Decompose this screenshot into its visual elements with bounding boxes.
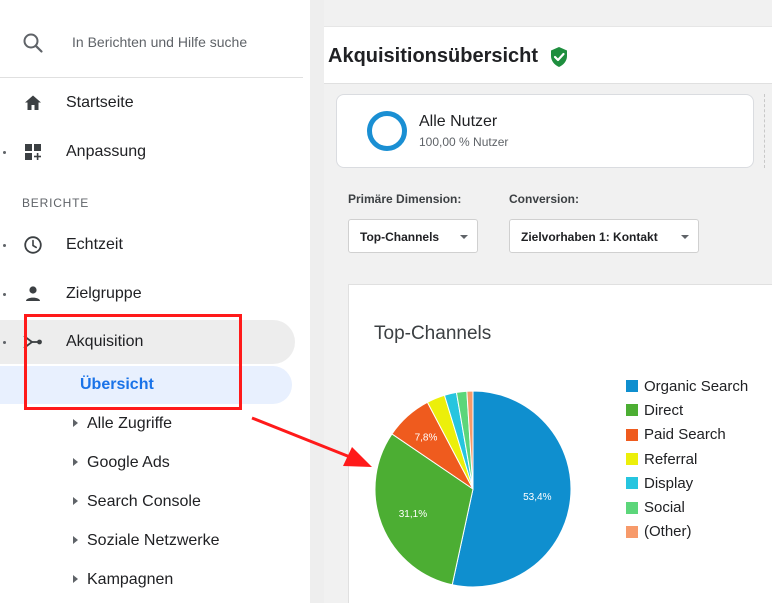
caret-right-icon bbox=[73, 419, 78, 427]
segment-subtitle: 100,00 % Nutzer bbox=[419, 135, 509, 149]
expand-dot bbox=[3, 293, 6, 296]
caret-right-icon bbox=[73, 575, 78, 583]
legend-label: Direct bbox=[644, 401, 684, 419]
annotation-highlight-box bbox=[24, 314, 242, 410]
pie-data-label: 31,1% bbox=[399, 509, 427, 520]
sidebar-subitem-label: Google Ads bbox=[87, 454, 170, 471]
legend-swatch bbox=[626, 428, 638, 441]
main-content: Akquisitionsübersicht Alle Nutzer 100,00… bbox=[324, 0, 772, 603]
legend-label: Organic Search bbox=[644, 377, 749, 395]
legend-item[interactable]: Display bbox=[626, 471, 748, 495]
legend-swatch bbox=[626, 453, 638, 466]
legend-item[interactable]: Organic Search bbox=[626, 374, 748, 398]
sidebar-subitem-label: Alle Zugriffe bbox=[87, 415, 173, 432]
legend-swatch bbox=[626, 380, 638, 393]
sidebar-item-label: Echtzeit bbox=[66, 236, 123, 253]
legend-swatch bbox=[626, 477, 638, 490]
expand-dot bbox=[3, 341, 6, 344]
verified-shield-icon bbox=[549, 46, 569, 68]
legend-item[interactable]: Direct bbox=[626, 398, 748, 422]
page-header: Akquisitionsübersicht bbox=[324, 26, 772, 84]
legend-swatch bbox=[626, 501, 638, 514]
legend-swatch bbox=[626, 525, 638, 538]
legend-item[interactable]: (Other) bbox=[626, 520, 748, 544]
sidebar-item-label: Zielgruppe bbox=[66, 285, 142, 302]
legend-label: Display bbox=[644, 474, 694, 492]
sidebar-item-home[interactable]: Startseite bbox=[0, 81, 295, 125]
sidebar-subitem-label: Search Console bbox=[87, 493, 201, 510]
sidebar-item-customization[interactable]: Anpassung bbox=[0, 130, 295, 174]
sidebar-subitem-campaigns[interactable]: Kampagnen bbox=[0, 561, 295, 600]
person-icon bbox=[22, 283, 44, 305]
pie-data-label: 7,8% bbox=[415, 432, 438, 443]
conversion-value: Zielvorhaben 1: Kontakt bbox=[521, 230, 658, 244]
chart-card: Top-Channels 53,4% 31,1% 7,8% Organic Sear… bbox=[348, 284, 772, 603]
sidebar-item-label: Anpassung bbox=[66, 143, 147, 160]
legend-label: Social bbox=[644, 499, 685, 517]
primary-dimension-select[interactable]: Top-Channels bbox=[348, 219, 478, 253]
legend-item[interactable]: Paid Search bbox=[626, 423, 748, 447]
sidebar-item-label: Startseite bbox=[66, 94, 134, 111]
pie-data-label: 53,4% bbox=[523, 492, 551, 503]
sidebar-subitem-label: Kampagnen bbox=[87, 571, 174, 588]
search-input[interactable] bbox=[72, 30, 294, 54]
conversion-label: Conversion: bbox=[509, 192, 580, 206]
add-segment-placeholder[interactable] bbox=[764, 94, 772, 168]
legend-label: Paid Search bbox=[644, 426, 726, 444]
primary-dimension-value: Top-Channels bbox=[360, 230, 440, 244]
legend-label: (Other) bbox=[644, 523, 692, 541]
caret-right-icon bbox=[73, 536, 78, 544]
sidebar-subitem-google-ads[interactable]: Google Ads bbox=[0, 444, 295, 483]
legend-item[interactable]: Social bbox=[626, 495, 748, 519]
home-icon bbox=[22, 92, 44, 114]
caret-right-icon bbox=[73, 458, 78, 466]
dashboard-icon bbox=[22, 141, 44, 163]
clock-icon bbox=[22, 234, 44, 256]
search-bar bbox=[0, 14, 303, 78]
chevron-down-icon bbox=[681, 235, 689, 239]
expand-dot bbox=[3, 244, 6, 247]
sidebar-subitem-all-traffic[interactable]: Alle Zugriffe bbox=[0, 405, 295, 444]
section-heading-reports: BERICHTE bbox=[22, 196, 90, 210]
caret-right-icon bbox=[73, 497, 78, 505]
expand-dot bbox=[3, 151, 6, 154]
primary-dimension-label: Primäre Dimension: bbox=[348, 192, 462, 206]
sidebar-subitem-search-console[interactable]: Search Console bbox=[0, 483, 295, 522]
legend-item[interactable]: Referral bbox=[626, 447, 748, 471]
sidebar-divider bbox=[310, 0, 324, 603]
sidebar-subitem-label: Soziale Netzwerke bbox=[87, 532, 220, 549]
segment-name: Alle Nutzer bbox=[419, 113, 498, 130]
segment-ring-icon bbox=[367, 111, 407, 151]
legend-label: Referral bbox=[644, 450, 698, 468]
conversion-select[interactable]: Zielvorhaben 1: Kontakt bbox=[509, 219, 699, 253]
sidebar-item-realtime[interactable]: Echtzeit bbox=[0, 223, 295, 267]
page-title: Akquisitionsübersicht bbox=[328, 45, 539, 67]
sidebar-item-audience[interactable]: Zielgruppe bbox=[0, 272, 295, 316]
segment-card-all-users[interactable]: Alle Nutzer 100,00 % Nutzer bbox=[336, 94, 754, 168]
search-icon[interactable] bbox=[22, 32, 44, 54]
chart-legend: Organic Search Direct Paid Search Referral D… bbox=[626, 374, 748, 544]
legend-swatch bbox=[626, 404, 638, 417]
sidebar-subitem-social[interactable]: Soziale Netzwerke bbox=[0, 522, 295, 561]
sidebar: Startseite Anpassung BERICHTE Echtzeit bbox=[0, 0, 310, 603]
chevron-down-icon bbox=[460, 235, 468, 239]
